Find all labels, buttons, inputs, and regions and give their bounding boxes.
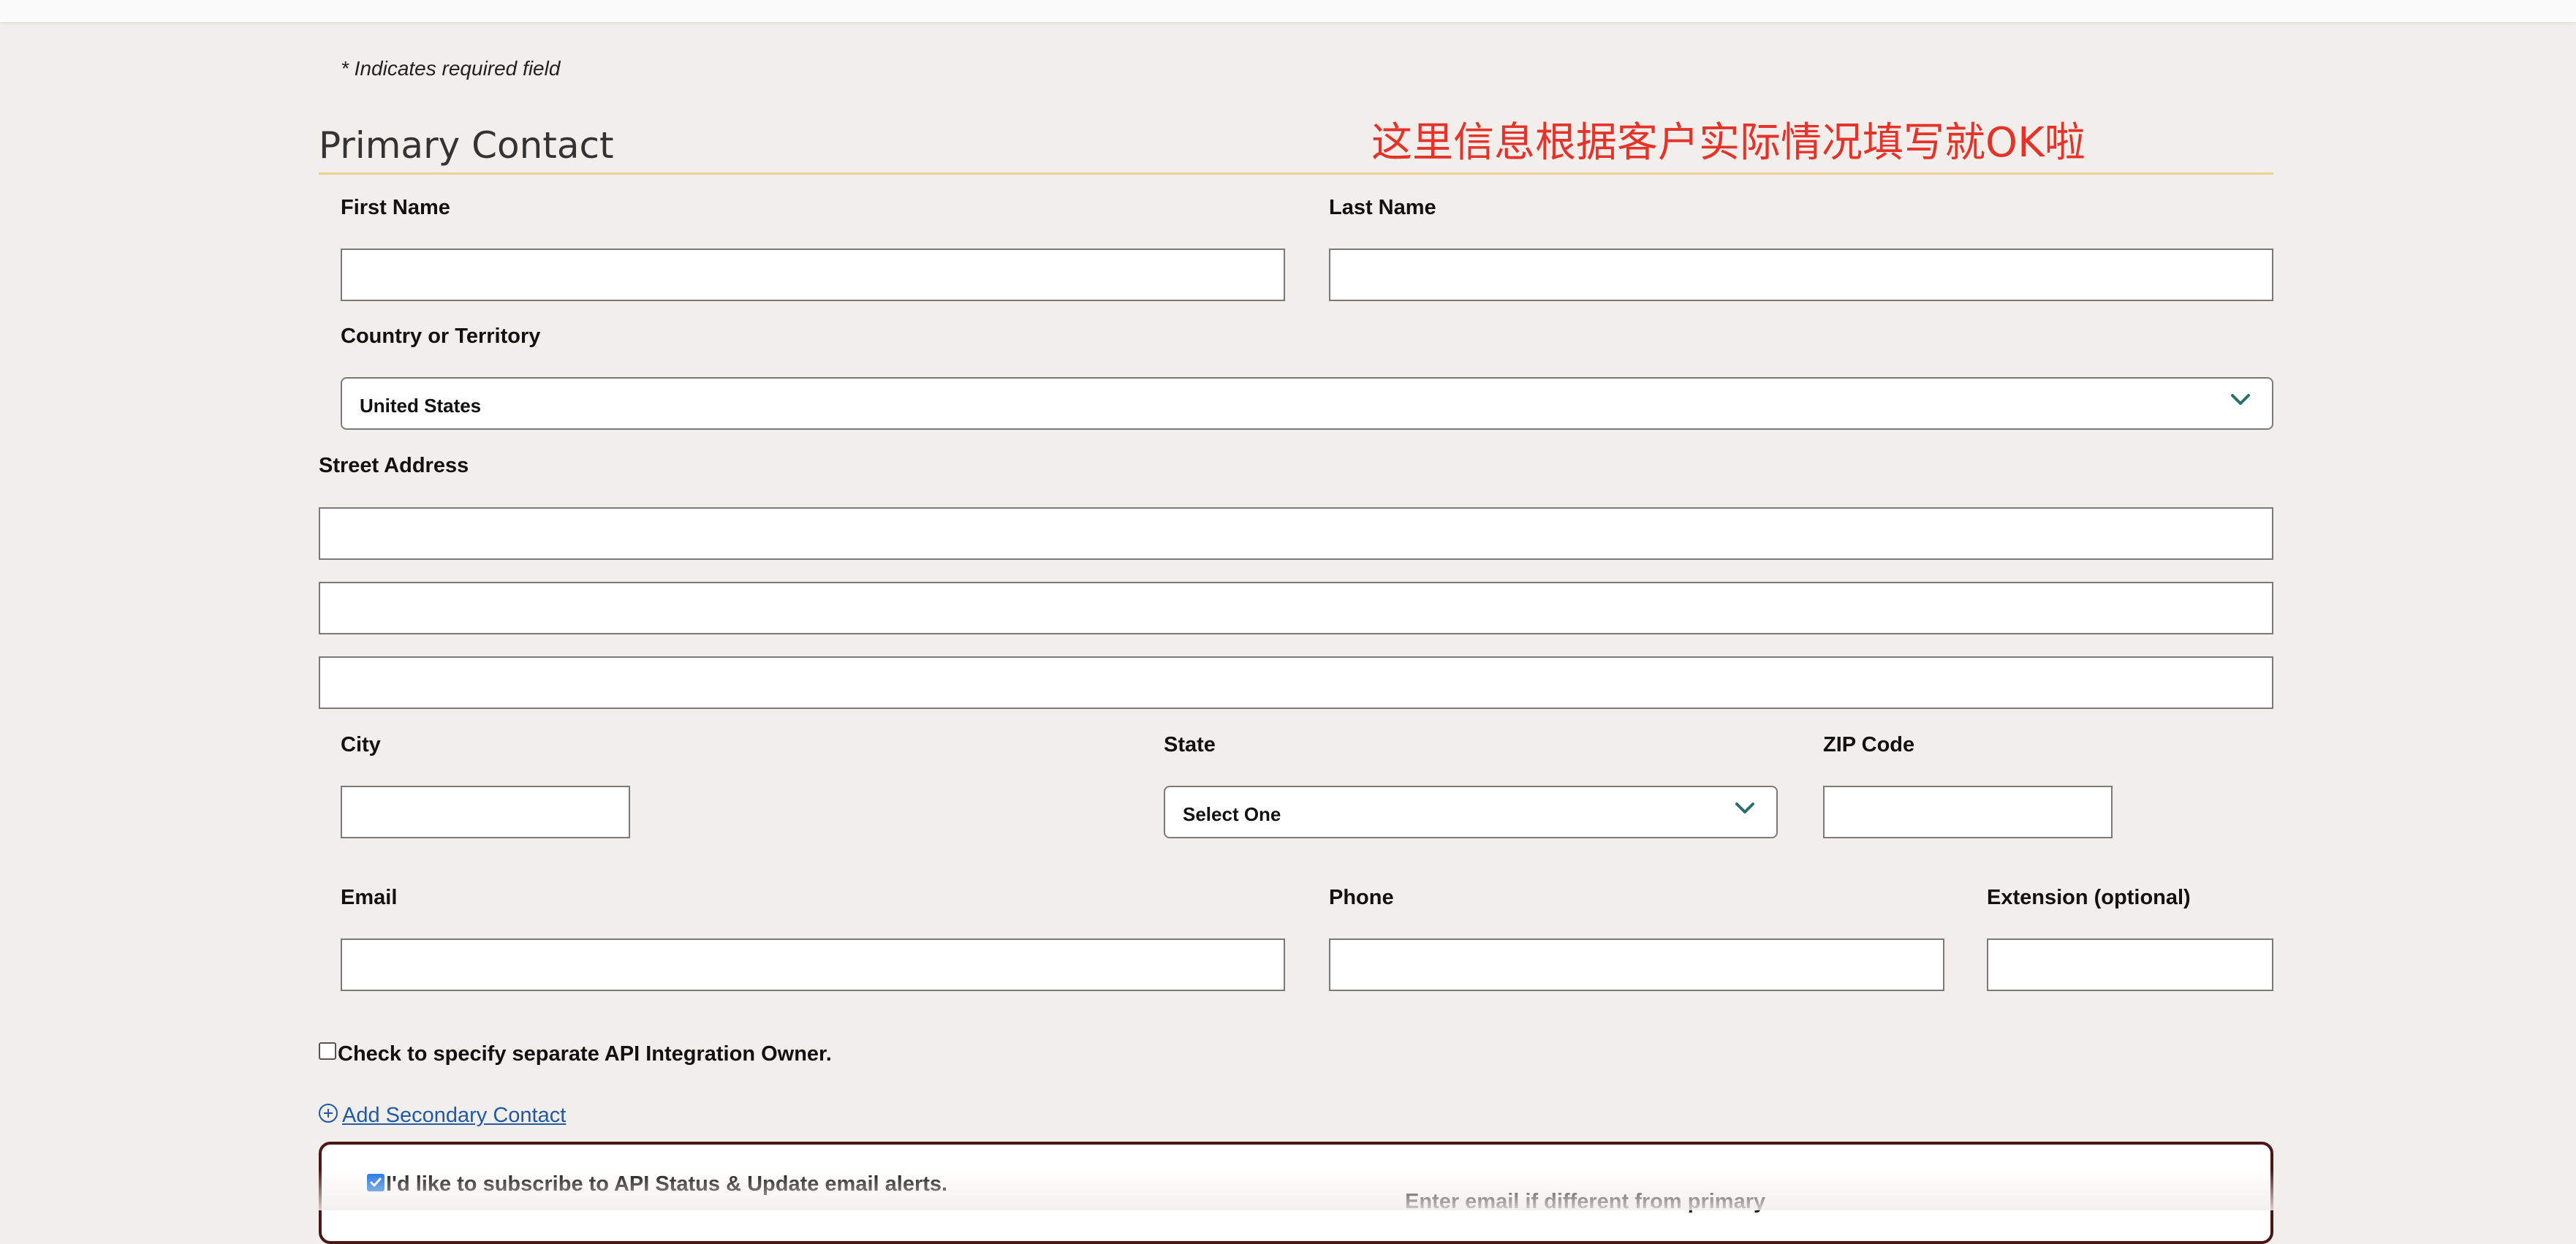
country-select[interactable]: United States (341, 377, 2273, 430)
subscribe-alerts-checkbox[interactable] (367, 1174, 384, 1191)
extension-input[interactable] (1987, 938, 2273, 991)
city-label: City (341, 733, 381, 756)
top-header-bar (0, 0, 2576, 22)
alt-email-label: Enter email if different from primary (1405, 1190, 1766, 1213)
subscribe-alerts-label[interactable]: I'd like to subscribe to API Status & Up… (386, 1172, 947, 1196)
annotation-text: 这里信息根据客户实际情况填写就OK啦 (1371, 119, 2086, 167)
last-name-input[interactable] (1329, 249, 2273, 301)
email-alerts-panel: I'd like to subscribe to API Status & Up… (319, 1142, 2273, 1244)
street-address-line2-input[interactable] (319, 582, 2273, 634)
zip-input[interactable] (1823, 786, 2113, 838)
section-divider (319, 172, 2273, 175)
state-selected-value: Select One (1183, 803, 1281, 825)
email-label: Email (341, 886, 398, 909)
street-address-label: Street Address (319, 454, 469, 477)
state-label: State (1164, 733, 1216, 756)
city-input[interactable] (341, 786, 630, 838)
checkmark-icon (370, 1177, 382, 1187)
first-name-input[interactable] (341, 249, 1285, 301)
street-address-line1-input[interactable] (319, 507, 2273, 560)
zip-label: ZIP Code (1823, 733, 1915, 756)
last-name-label: Last Name (1329, 196, 1436, 219)
section-title: Primary Contact (319, 124, 614, 167)
state-select[interactable]: Select One (1164, 786, 1778, 838)
chevron-down-icon (1735, 803, 1754, 813)
chevron-down-icon (2231, 394, 2250, 405)
add-secondary-contact-link[interactable]: Add Secondary Contact (342, 1104, 566, 1128)
required-field-note: * Indicates required field (341, 57, 561, 80)
phone-label: Phone (1329, 886, 1394, 909)
api-owner-checkbox[interactable] (319, 1042, 336, 1060)
first-name-label: First Name (341, 196, 450, 219)
email-input[interactable] (341, 938, 1285, 991)
api-owner-checkbox-label[interactable]: Check to specify separate API Integratio… (338, 1042, 832, 1066)
country-selected-value: United States (360, 395, 482, 417)
phone-input[interactable] (1329, 938, 1944, 991)
street-address-line3-input[interactable] (319, 656, 2273, 709)
country-label: Country or Territory (341, 325, 541, 348)
extension-label: Extension (optional) (1987, 886, 2191, 909)
plus-circle-icon[interactable] (319, 1104, 338, 1123)
